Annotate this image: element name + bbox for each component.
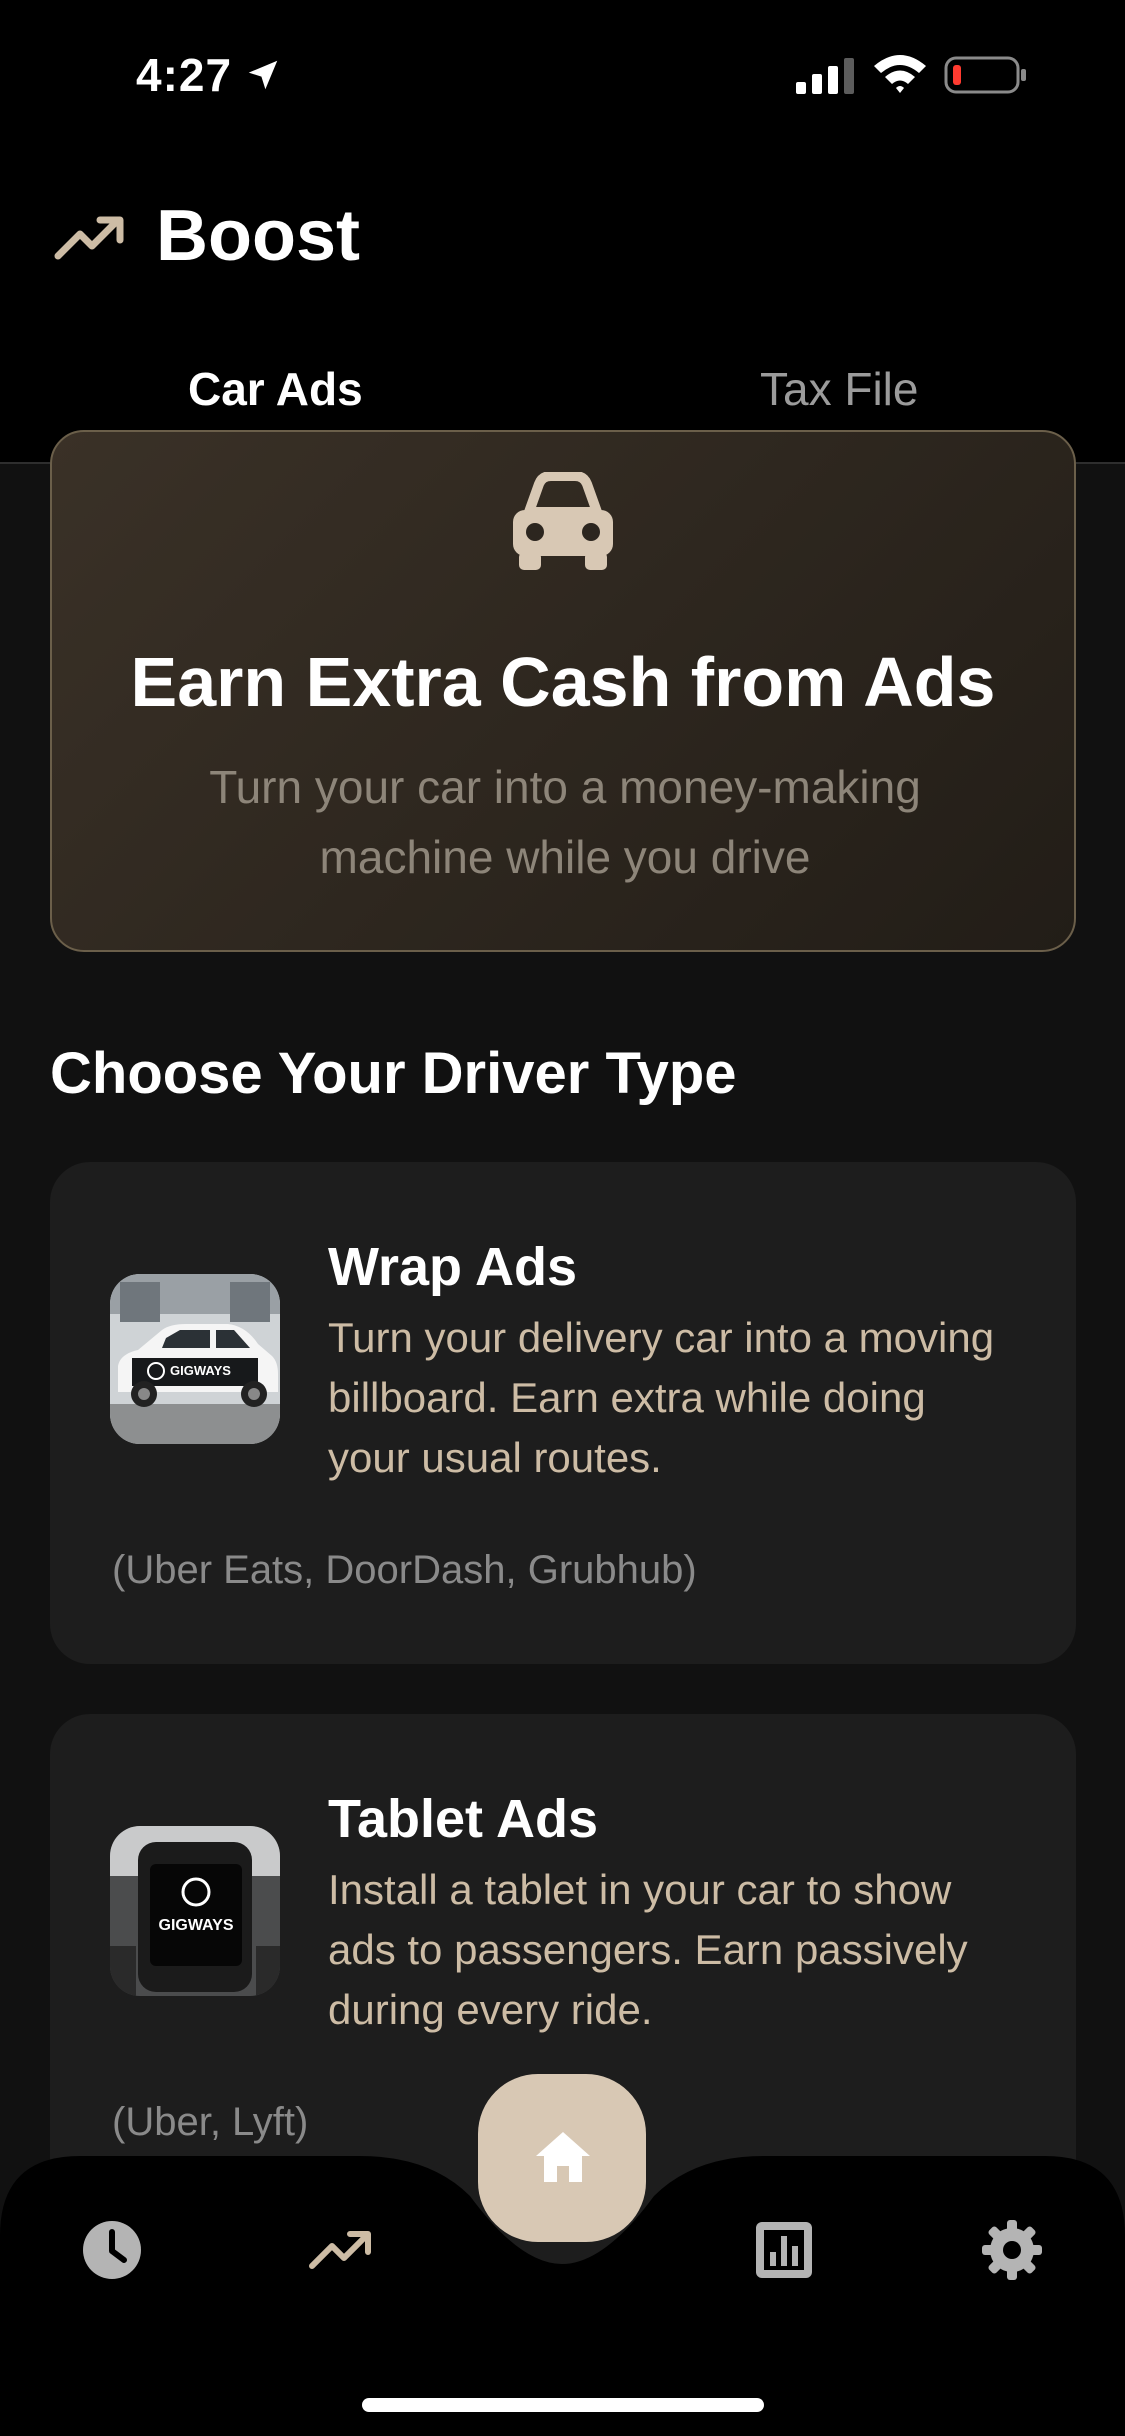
car-icon: [513, 472, 613, 570]
analytics-icon[interactable]: [752, 2218, 816, 2282]
hero-subtitle: Turn your car into a money-making machin…: [209, 761, 921, 883]
app-header: Boost Car Ads Tax File: [0, 150, 1125, 464]
battery-low-icon: [944, 56, 1026, 94]
signal-icon: [796, 58, 854, 94]
trending-up-icon[interactable]: [308, 2218, 372, 2282]
status-time: 4:27: [136, 49, 233, 101]
hero-title: Earn Extra Cash from Ads: [130, 643, 996, 721]
wrap-thumb-brand: GIGWAYS: [170, 1363, 231, 1378]
home-button[interactable]: [478, 2074, 646, 2242]
tablet-thumb-brand: GIGWAYS: [159, 1917, 234, 1934]
hero-banner: Earn Extra Cash from Ads Turn your car i…: [50, 430, 1076, 952]
card-platforms: (Uber, Lyft): [112, 2100, 309, 2144]
card-description: Install a tablet in your car to show ads…: [328, 1866, 968, 2033]
tablet-ads-thumbnail: GIGWAYS: [110, 1826, 280, 1996]
page-title: Boost: [156, 196, 360, 276]
section-title: Choose Your Driver Type: [50, 1041, 737, 1106]
card-description: Turn your delivery car into a moving bil…: [328, 1314, 995, 1481]
clock-icon[interactable]: [80, 2218, 144, 2282]
tab-tax-file[interactable]: Tax File: [760, 362, 918, 416]
card-title: Tablet Ads: [328, 1789, 599, 1849]
wifi-icon: [874, 55, 926, 93]
trending-up-icon: [54, 216, 124, 260]
home-indicator: [362, 2398, 764, 2412]
home-icon: [536, 2132, 590, 2182]
tab-car-ads[interactable]: Car Ads: [188, 362, 363, 416]
card-title: Wrap Ads: [328, 1237, 578, 1297]
status-bar: 4:27: [0, 0, 1125, 150]
wrap-ads-thumbnail: GIGWAYS: [110, 1274, 280, 1444]
driver-type-card-wrap-ads[interactable]: GIGWAYS Wrap Ads Turn your delivery car …: [50, 1162, 1076, 1664]
location-arrow-icon: [248, 60, 278, 90]
card-platforms: (Uber Eats, DoorDash, Grubhub): [112, 1548, 697, 1592]
settings-icon[interactable]: [980, 2218, 1044, 2282]
